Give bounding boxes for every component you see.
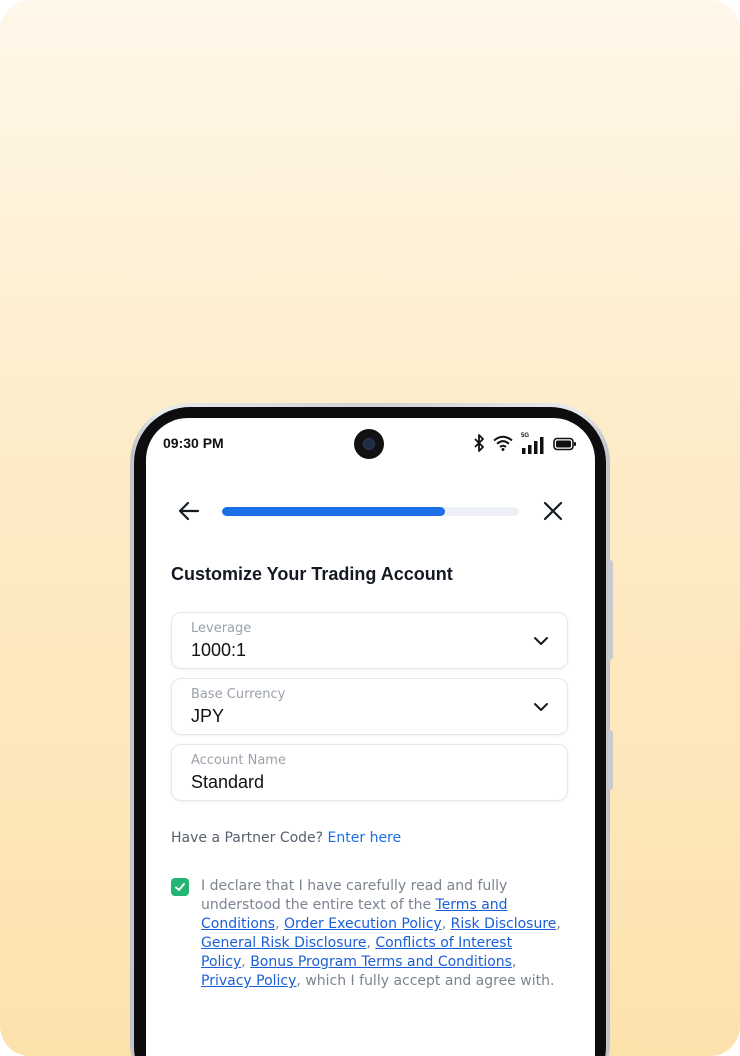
status-time: 09:30 PM <box>163 435 224 451</box>
declaration-outro: , which I fully accept and agree with. <box>296 973 555 989</box>
partner-code-link[interactable]: Enter here <box>328 830 402 846</box>
separator: , <box>511 954 517 970</box>
wizard-header <box>146 488 595 534</box>
page-title: Customize Your Trading Account <box>171 564 453 584</box>
battery-icon <box>553 436 577 455</box>
separator: , <box>275 916 285 932</box>
signal-icon: 5G <box>521 433 545 454</box>
base-currency-value: JPY <box>191 706 225 726</box>
partner-code-row: Have a Partner Code? Enter here <box>171 830 401 846</box>
front-camera <box>354 429 384 459</box>
base-currency-label: Base Currency <box>191 687 286 702</box>
status-icons: 5G <box>473 433 577 456</box>
separator: , <box>241 954 251 970</box>
chevron-down-icon[interactable] <box>533 699 549 715</box>
leverage-select[interactable]: Leverage 1000:1 <box>171 612 568 669</box>
separator: , <box>366 935 376 951</box>
status-bar: 09:30 PM 5G <box>146 418 595 470</box>
declaration-checkbox[interactable] <box>171 878 189 896</box>
declaration-text: I declare that I have carefully read and… <box>201 877 561 991</box>
separator: , <box>441 916 451 932</box>
progress-bar <box>222 507 519 516</box>
risk-disclosure-link[interactable]: Risk Disclosure <box>451 916 557 932</box>
bluetooth-icon <box>473 434 485 456</box>
separator: , <box>556 916 561 932</box>
close-icon[interactable] <box>540 498 566 524</box>
account-name-value[interactable]: Standard <box>191 772 264 793</box>
chevron-down-icon[interactable] <box>533 633 549 649</box>
back-arrow-icon[interactable] <box>176 498 202 524</box>
general-risk-link[interactable]: General Risk Disclosure <box>201 935 366 951</box>
base-currency-select[interactable]: Base Currency JPY <box>171 678 568 735</box>
privacy-link[interactable]: Privacy Policy <box>201 973 296 989</box>
progress-fill <box>222 507 445 516</box>
background-card: 09:30 PM 5G Customize Your Trading Accou… <box>0 0 740 1056</box>
leverage-label: Leverage <box>191 621 252 636</box>
wifi-icon <box>493 435 513 455</box>
power-button <box>608 730 613 790</box>
phone-screen: 09:30 PM 5G Customize Your Trading Accou… <box>146 418 595 1056</box>
leverage-value: 1000:1 <box>191 640 247 660</box>
volume-button <box>608 560 613 660</box>
bonus-link[interactable]: Bonus Program Terms and Conditions <box>250 954 512 970</box>
account-name-field[interactable]: Account Name Standard <box>171 744 568 801</box>
order-execution-link[interactable]: Order Execution Policy <box>284 916 442 932</box>
partner-code-prompt: Have a Partner Code? <box>171 830 324 846</box>
account-name-label: Account Name <box>191 753 286 768</box>
checkmark-icon <box>175 883 185 891</box>
